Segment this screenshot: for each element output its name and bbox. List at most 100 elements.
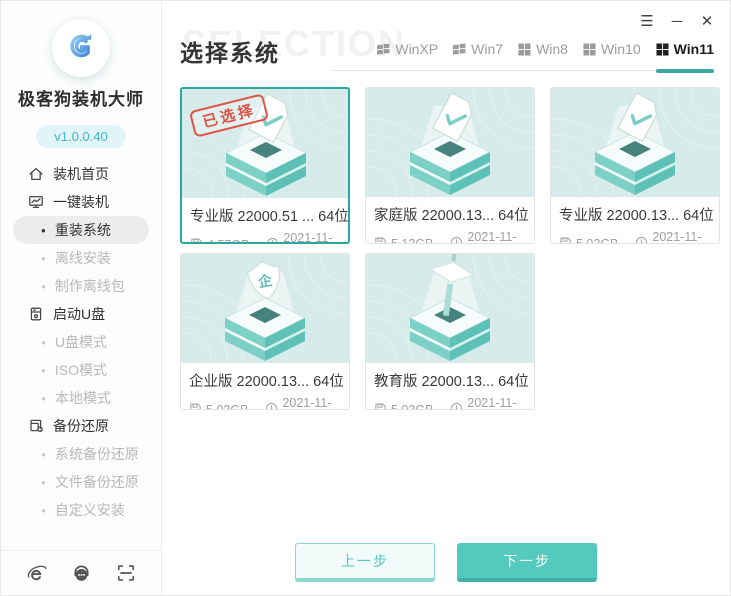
tab-win7[interactable]: Win7	[453, 28, 503, 70]
sidebar-item-3[interactable]: ● 离线安装	[1, 244, 161, 272]
disk-icon	[190, 237, 203, 244]
windows-logo-icon	[377, 43, 390, 56]
close-icon[interactable]: ✕	[696, 10, 718, 32]
system-card-2[interactable]: 企 专业版 22000.13... 64位 5.03GB 2021-11-09	[550, 87, 720, 244]
system-card-grid: 企 已选择 专业版 22000.51 ... 64位 4.57GB 2021-1…	[180, 87, 720, 410]
menu-icon[interactable]: ☰	[636, 10, 658, 32]
app-name: 极客狗装机大师	[1, 85, 161, 110]
system-size: 4.57GB	[207, 238, 249, 244]
sidebar-item-label: 装机首页	[53, 164, 109, 184]
system-date: 2021-11-09	[467, 230, 526, 244]
page-header: SELECTION 选择系统 WinXP Win7 Win8 Win10 Win…	[180, 1, 714, 71]
wizard-footer: 上一步 下一步	[162, 543, 730, 582]
sidebar-item-2[interactable]: ● 重装系统	[13, 216, 149, 244]
scan-icon[interactable]	[115, 562, 137, 584]
system-card-meta: 5.03GB 2021-11-09	[551, 227, 719, 244]
minimize-icon[interactable]: ─	[666, 10, 688, 32]
usb-icon	[27, 306, 44, 323]
bullet-icon: ●	[41, 282, 46, 291]
tab-win10[interactable]: Win10	[583, 28, 641, 70]
system-card-meta: 5.03GB 2021-11-09	[181, 393, 349, 410]
system-card-title: 企业版 22000.13... 64位	[181, 363, 349, 393]
monitor-icon	[27, 194, 44, 211]
sidebar-item-label: 自定义安装	[55, 500, 125, 520]
bullet-icon: ●	[41, 366, 46, 375]
system-card-meta: 5.03GB 2021-11-09	[366, 393, 534, 410]
sidebar-item-label: U盘模式	[55, 332, 107, 352]
sidebar-item-label: 启动U盘	[53, 304, 105, 324]
sidebar-footer	[1, 550, 161, 595]
sidebar-item-8[interactable]: ● 本地模式	[1, 384, 161, 412]
bullet-icon: ●	[41, 226, 46, 235]
os-tab-label: WinXP	[395, 41, 438, 57]
clock-icon	[450, 402, 463, 410]
sidebar-item-11[interactable]: ● 文件备份还原	[1, 468, 161, 496]
bullet-icon: ●	[41, 254, 46, 263]
sidebar-item-label: 重装系统	[55, 220, 111, 240]
sidebar-item-label: 制作离线包	[55, 276, 125, 296]
system-card-1[interactable]: 企 家庭版 22000.13... 64位 5.13GB 2021-11-09	[365, 87, 535, 244]
window-controls: ☰ ─ ✕	[636, 10, 718, 32]
os-tab-label: Win7	[471, 41, 503, 57]
sidebar-item-9[interactable]: ● 备份还原	[1, 412, 161, 440]
system-card-3[interactable]: 企 企业版 22000.13... 64位 5.03GB 2021-11-09	[180, 253, 350, 410]
system-size: 5.13GB	[391, 237, 433, 244]
system-card-illustration: 企	[551, 88, 719, 197]
sidebar-menu: ● 装机首页 ● 一键装机 ● 重装系统 ● 离线安装 ● 制作离线包 ● 启动…	[1, 160, 161, 524]
os-tab-label: Win10	[601, 41, 641, 57]
bullet-icon: ●	[41, 394, 46, 403]
sidebar-item-6[interactable]: ● U盘模式	[1, 328, 161, 356]
sidebar-item-label: 系统备份还原	[55, 444, 139, 464]
next-step-button[interactable]: 下一步	[457, 543, 597, 582]
disk-icon	[189, 402, 202, 410]
system-card-meta: 5.13GB 2021-11-09	[366, 227, 534, 244]
sidebar-item-1[interactable]: ● 一键装机	[1, 188, 161, 216]
main-area: ☰ ─ ✕ SELECTION 选择系统 WinXP Win7 Win8 Win…	[162, 1, 730, 595]
support-icon[interactable]	[70, 562, 92, 584]
os-tabs: WinXP Win7 Win8 Win10 Win11	[332, 28, 714, 71]
system-date: 2021-11-09	[467, 396, 526, 410]
app-logo	[52, 19, 110, 77]
system-card-4[interactable]: 企 教育版 22000.13... 64位 5.03GB 2021-11-09	[365, 253, 535, 410]
clock-icon	[265, 402, 278, 410]
restore-icon	[27, 418, 44, 435]
windows-logo-icon	[518, 43, 531, 56]
sidebar-item-10[interactable]: ● 系统备份还原	[1, 440, 161, 468]
system-card-title: 家庭版 22000.13... 64位	[366, 197, 534, 227]
system-card-title: 专业版 22000.13... 64位	[551, 197, 719, 227]
bullet-icon: ●	[41, 338, 46, 347]
tab-win11[interactable]: Win11	[656, 28, 714, 70]
sidebar-item-5[interactable]: ● 启动U盘	[1, 300, 161, 328]
system-card-title: 专业版 22000.51 ... 64位	[182, 198, 348, 228]
system-card-illustration: 企	[181, 254, 349, 363]
windows-logo-icon	[656, 43, 669, 56]
tab-win8[interactable]: Win8	[518, 28, 568, 70]
browser-icon[interactable]	[25, 562, 47, 584]
sidebar: 极客狗装机大师 v1.0.0.40 ● 装机首页 ● 一键装机 ● 重装系统 ●…	[1, 1, 162, 595]
disk-icon	[374, 236, 387, 244]
bullet-icon: ●	[41, 478, 46, 487]
clock-icon	[450, 236, 463, 244]
sidebar-item-7[interactable]: ● ISO模式	[1, 356, 161, 384]
home-icon	[27, 166, 44, 183]
sidebar-item-label: 文件备份还原	[55, 472, 139, 492]
prev-step-button[interactable]: 上一步	[295, 543, 435, 582]
sidebar-item-12[interactable]: ● 自定义安装	[1, 496, 161, 524]
sidebar-item-label: ISO模式	[55, 360, 107, 380]
system-card-0[interactable]: 企 已选择 专业版 22000.51 ... 64位 4.57GB 2021-1…	[180, 87, 350, 244]
system-date: 2021-11-09	[283, 231, 340, 244]
sidebar-item-4[interactable]: ● 制作离线包	[1, 272, 161, 300]
clock-icon	[266, 237, 279, 244]
system-size: 5.03GB	[206, 403, 248, 410]
os-tab-label: Win11	[674, 41, 714, 57]
sidebar-item-label: 本地模式	[55, 388, 111, 408]
system-date: 2021-11-09	[282, 396, 341, 410]
sidebar-item-label: 离线安装	[55, 248, 111, 268]
sidebar-item-0[interactable]: ● 装机首页	[1, 160, 161, 188]
system-card-illustration: 企	[366, 254, 534, 363]
disk-icon	[559, 236, 572, 244]
tab-winxp[interactable]: WinXP	[377, 28, 438, 70]
disk-icon	[374, 402, 387, 410]
system-card-illustration: 企 已选择	[182, 89, 348, 198]
system-card-illustration: 企	[366, 88, 534, 197]
